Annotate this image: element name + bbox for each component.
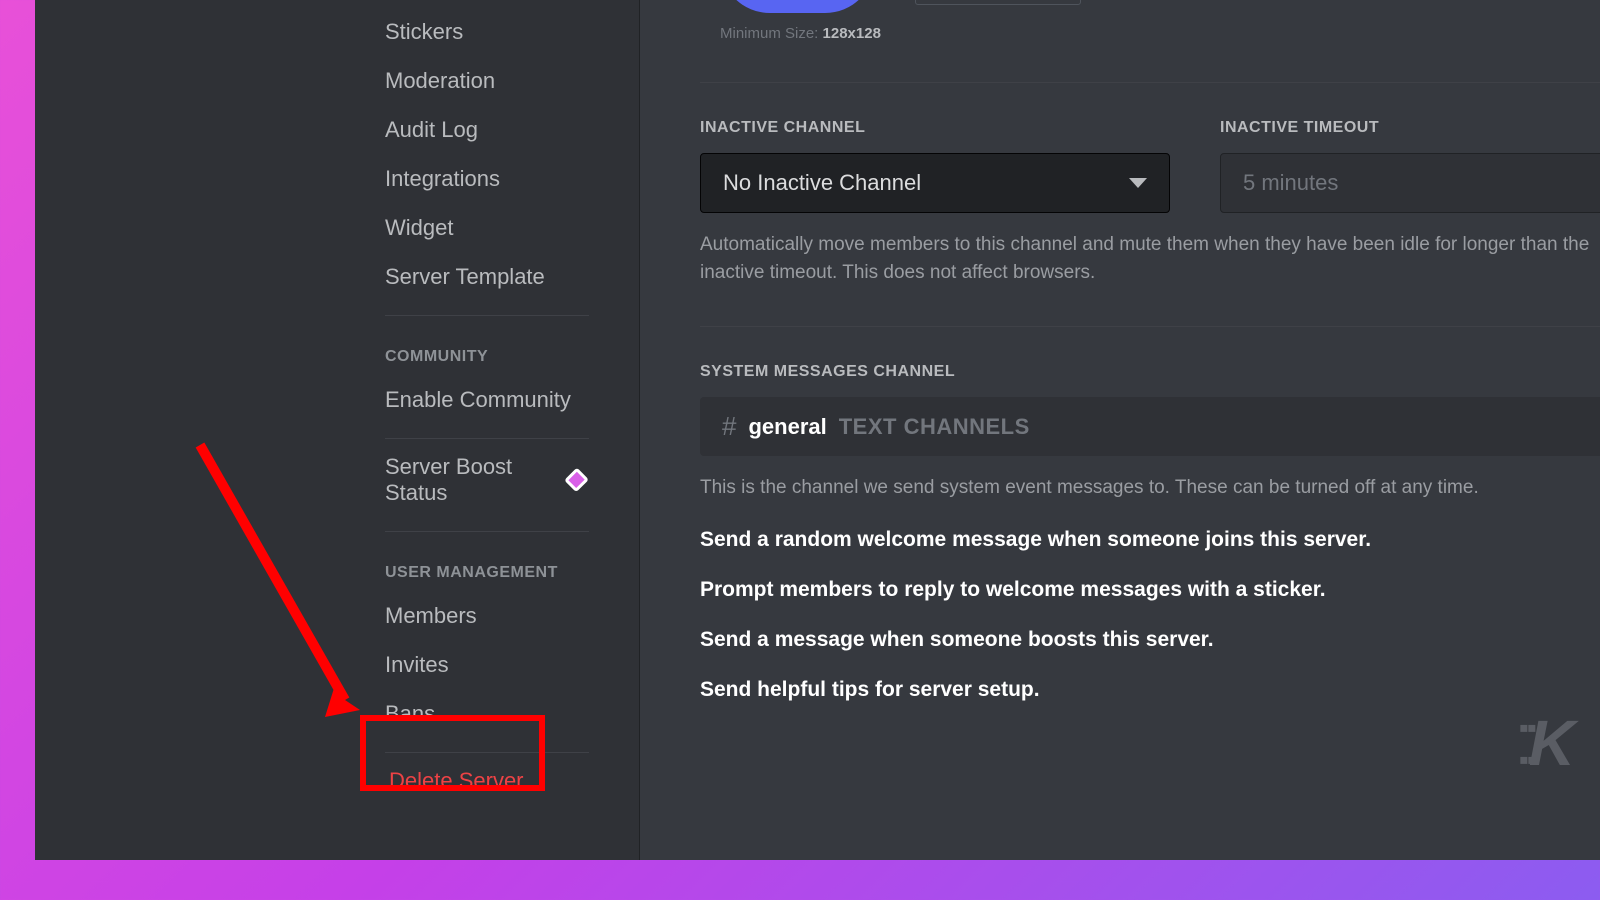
settings-sidebar: Stickers Moderation Audit Log Integratio… [35,0,640,860]
divider [385,752,589,753]
system-messages-help: This is the channel we send system event… [700,474,1600,502]
inactive-help-text: Automatically move members to this chann… [700,231,1600,286]
min-size-hint: Minimum Size: 128x128 [720,25,1600,42]
inactive-timeout-select[interactable]: 5 minutes [1220,153,1600,213]
watermark-logo: ▪▪▪▪K [1519,706,1575,780]
inactive-channel-label: INACTIVE CHANNEL [700,119,1170,137]
sidebar-item-enable-community[interactable]: Enable Community [375,376,599,424]
sidebar-item-stickers[interactable]: Stickers [375,8,599,56]
divider [385,438,589,439]
hash-icon: # [722,411,736,442]
channel-name: general [748,414,826,440]
community-header: COMMUNITY [375,320,599,376]
divider [700,82,1600,83]
upload-image-button[interactable]: Upload Image [915,0,1081,5]
sidebar-item-moderation[interactable]: Moderation [375,57,599,105]
toggle-setup-tips[interactable]: Send helpful tips for server setup. [700,678,1600,702]
toggle-boost-message[interactable]: Send a message when someone boosts this … [700,628,1600,652]
sidebar-item-audit-log[interactable]: Audit Log [375,106,599,154]
inactive-channel-select[interactable]: No Inactive Channel [700,153,1170,213]
sidebar-item-label: Server Boost Status [385,454,568,506]
sidebar-item-integrations[interactable]: Integrations [375,155,599,203]
select-value: 5 minutes [1243,170,1338,196]
sidebar-item-bans[interactable]: Bans [375,690,599,738]
toggle-welcome-message[interactable]: Send a random welcome message when someo… [700,528,1600,552]
toggle-welcome-sticker[interactable]: Prompt members to reply to welcome messa… [700,578,1600,602]
settings-content: Upload Image Minimum Size: 128x128 INACT… [640,0,1600,860]
server-avatar[interactable] [720,0,875,13]
sidebar-item-boost-status[interactable]: Server Boost Status [375,443,599,517]
sidebar-item-server-template[interactable]: Server Template [375,253,599,301]
sidebar-item-delete-server[interactable]: Delete Server [375,757,599,805]
user-management-header: USER MANAGEMENT [375,536,599,592]
system-messages-label: SYSTEM MESSAGES CHANNEL [700,363,1600,381]
chevron-down-icon [1129,178,1147,188]
sidebar-item-widget[interactable]: Widget [375,204,599,252]
system-messages-channel-select[interactable]: # general TEXT CHANNELS [700,397,1600,456]
channel-category: TEXT CHANNELS [839,414,1030,440]
settings-window: Stickers Moderation Audit Log Integratio… [35,0,1600,860]
sidebar-item-members[interactable]: Members [375,592,599,640]
divider [700,326,1600,327]
divider [385,531,589,532]
sidebar-item-invites[interactable]: Invites [375,641,599,689]
divider [385,315,589,316]
select-value: No Inactive Channel [723,170,921,196]
inactive-timeout-label: INACTIVE TIMEOUT [1220,119,1600,137]
